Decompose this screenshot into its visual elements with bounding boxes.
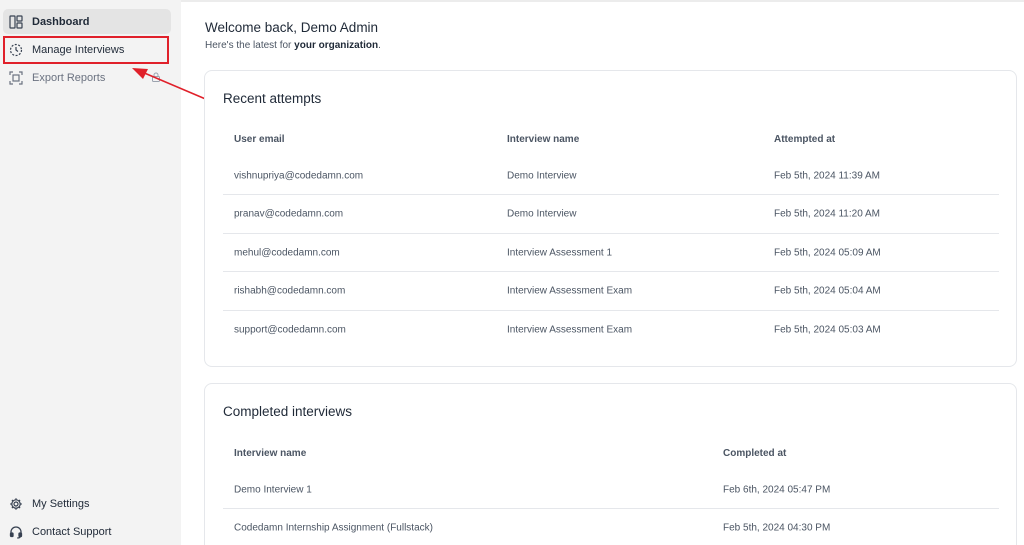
sidebar-item-export-reports[interactable]: Export Reports: [3, 65, 171, 90]
headset-icon: [9, 525, 23, 539]
table-row[interactable]: pranav@codedamn.com Demo Interview Feb 5th…: [223, 196, 999, 234]
column-header: Interview name: [507, 134, 580, 145]
sidebar-item-label: Export Reports: [32, 71, 106, 84]
user-email-cell: mehul@codedamn.com: [234, 247, 340, 258]
table-row[interactable]: support@codedamn.com Interview Assessment…: [223, 311, 999, 349]
table-row[interactable]: Demo Interview 1 Feb 6th, 2024 05:47 PM: [223, 471, 999, 509]
sidebar-item-manage-interviews[interactable]: Manage Interviews: [3, 37, 171, 62]
completed-at-cell: Feb 5th, 2024 04:30 PM: [723, 522, 831, 534]
interview-name-cell: Interview Assessment Exam: [507, 324, 633, 336]
user-email-cell: vishnupriya@codedamn.com: [234, 170, 364, 181]
table-row[interactable]: Codedamn Internship Assignment (Fullstac…: [223, 509, 999, 545]
interview-name-cell: Demo Interview 1: [234, 484, 312, 495]
recent-attempts-card: Recent attempts User email Interview nam…: [204, 70, 1017, 367]
user-email-cell: pranav@codedamn.com: [234, 208, 344, 220]
attempted-at-cell: Feb 5th, 2024 05:03 AM: [774, 324, 881, 336]
column-header: User email: [234, 134, 285, 145]
table-row[interactable]: mehul@codedamn.com Interview Assessment 1…: [223, 234, 999, 272]
page-title: Welcome back, Demo Admin: [205, 20, 379, 35]
top-border: [181, 0, 1024, 2]
attempted-at-cell: Feb 5th, 2024 11:20 AM: [774, 208, 881, 220]
lock-icon: [150, 71, 162, 83]
completed-interviews-card: Completed interviews Interview name Comp…: [204, 383, 1017, 545]
sidebar-item-label: My Settings: [32, 497, 90, 510]
sidebar-item-label: Manage Interviews: [32, 43, 125, 56]
card-title: Recent attempts: [223, 91, 322, 106]
attempted-at-cell: Feb 5th, 2024 11:39 AM: [774, 170, 881, 181]
column-header: Attempted at: [774, 134, 836, 145]
page-subtitle: Here's the latest for your organization.: [205, 40, 381, 51]
export-icon: [9, 70, 23, 85]
table-row[interactable]: rishabh@codedamn.com Interview Assessment…: [223, 273, 999, 311]
sidebar-item-dashboard[interactable]: Dashboard: [3, 9, 171, 34]
attempted-at-cell: Feb 5th, 2024 05:09 AM: [774, 247, 881, 258]
sidebar-item-my-settings[interactable]: My Settings: [3, 491, 171, 516]
interview-name-cell: Demo Interview: [507, 208, 577, 220]
interview-name-cell: Interview Assessment Exam: [507, 285, 633, 297]
card-title: Completed interviews: [223, 404, 353, 419]
column-header: Completed at: [723, 448, 787, 459]
gear-icon: [9, 497, 23, 511]
sidebar-item-label: Dashboard: [32, 15, 90, 28]
interview-name-cell: Codedamn Internship Assignment (Fullstac…: [234, 522, 433, 534]
table-row[interactable]: vishnupriya@codedamn.com Demo Interview Fe…: [223, 157, 999, 195]
dashboard-icon: [9, 14, 23, 29]
user-email-cell: rishabh@codedamn.com: [234, 285, 346, 297]
completed-at-cell: Feb 6th, 2024 05:47 PM: [723, 484, 831, 495]
sidebar-item-label: Contact Support: [32, 525, 112, 538]
interview-name-cell: Demo Interview: [507, 170, 577, 181]
attempted-at-cell: Feb 5th, 2024 05:04 AM: [774, 285, 881, 297]
sidebar: Dashboard Manage Interviews Export Repor…: [0, 0, 181, 545]
interview-name-cell: Interview Assessment 1: [507, 247, 613, 258]
column-header: Interview name: [234, 448, 307, 459]
sidebar-item-contact-support[interactable]: Contact Support: [3, 519, 171, 544]
timer-icon: [9, 43, 23, 57]
user-email-cell: support@codedamn.com: [234, 324, 346, 336]
